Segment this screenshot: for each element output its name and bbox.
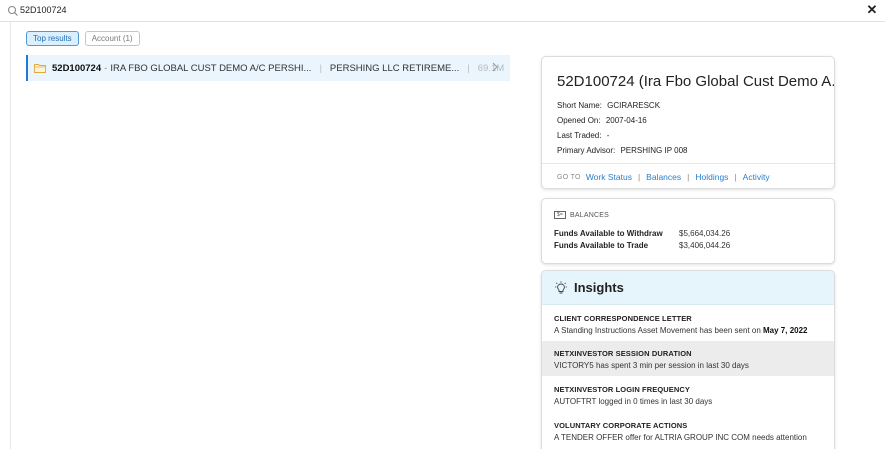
advisor-value: PERSHING IP 008 <box>620 146 688 155</box>
insight-emphasis: May 7, 2022 <box>763 326 808 335</box>
withdraw-value: $5,664,034.26 <box>679 229 731 238</box>
result-divider-2: | <box>467 62 470 74</box>
result-amount: 69.1M <box>477 62 505 74</box>
insight-body: AUTOFTRT logged in 0 times in last 30 da… <box>554 397 713 406</box>
search-result-row[interactable]: 52D100724 - IRA FBO GLOBAL CUST DEMO A/C… <box>26 55 510 81</box>
goto-label: GO TO <box>557 173 581 181</box>
opened-label: Opened On: <box>557 116 601 125</box>
insight-body: VICTORY5 has spent 3 min per session in … <box>554 361 749 370</box>
insight-heading: NETXINVESTOR LOGIN FREQUENCY <box>554 385 691 394</box>
balances-card: $= BALANCES Funds Available to Withdraw … <box>541 198 835 264</box>
advisor-label: Primary Advisor: <box>557 146 616 155</box>
result-separator: - <box>104 62 108 74</box>
insight-heading: VOLUNTARY CORPORATE ACTIONS <box>554 421 688 430</box>
withdraw-label: Funds Available to Withdraw <box>554 229 663 238</box>
account-title: 52D100724 (Ira Fbo Global Cust Demo A... <box>557 73 835 90</box>
link-work-status[interactable]: Work Status <box>586 172 632 182</box>
account-detail-card: 52D100724 (Ira Fbo Global Cust Demo A...… <box>541 56 835 189</box>
insight-item[interactable]: CLIENT CORRESPONDENCE LETTER A Standing … <box>542 306 834 341</box>
link-holdings[interactable]: Holdings <box>695 172 728 182</box>
withdraw-row: Funds Available to Withdraw $5,664,034.2… <box>554 229 730 238</box>
result-divider: | <box>319 62 322 74</box>
short-name-row: Short Name: GCIRARESCK <box>557 101 660 110</box>
insight-item[interactable]: VOLUNTARY CORPORATE ACTIONS A TENDER OFF… <box>542 413 834 448</box>
link-divider: | <box>637 172 641 182</box>
link-balances[interactable]: Balances <box>646 172 681 182</box>
opened-row: Opened On: 2007-04-16 <box>557 116 647 125</box>
opened-value: 2007-04-16 <box>605 116 647 125</box>
filter-top-results[interactable]: Top results <box>26 31 79 46</box>
balances-title: BALANCES <box>570 211 609 219</box>
trade-label: Funds Available to Trade <box>554 241 649 250</box>
goto-links: GO TO Work Status | Balances | Holdings … <box>542 163 834 188</box>
chevron-right-icon[interactable] <box>492 62 498 72</box>
left-divider <box>10 22 11 449</box>
insight-body: A Standing Instructions Asset Movement h… <box>554 326 808 335</box>
last-traded-row: Last Traded: - <box>557 131 609 140</box>
balance-icon: $= <box>554 211 566 219</box>
search-bar[interactable]: 52D100724 ✕ <box>0 0 885 22</box>
trade-value: $3,406,044.26 <box>679 241 731 250</box>
insights-header: Insights <box>542 271 834 305</box>
insights-card: Insights CLIENT CORRESPONDENCE LETTER A … <box>541 270 835 449</box>
advisor-row: Primary Advisor: PERSHING IP 008 <box>557 146 687 155</box>
filter-account[interactable]: Account (1) <box>84 31 140 46</box>
balances-header: $= BALANCES <box>554 211 609 219</box>
short-name-label: Short Name: <box>557 101 602 110</box>
insight-body: A TENDER OFFER offer for ALTRIA GROUP IN… <box>554 433 807 442</box>
result-firm: PERSHING LLC RETIREME... <box>329 62 460 74</box>
link-activity[interactable]: Activity <box>743 172 770 182</box>
insights-title: Insights <box>574 280 624 295</box>
close-icon[interactable]: ✕ <box>865 3 879 17</box>
link-divider: | <box>687 172 690 182</box>
search-input[interactable]: 52D100724 <box>20 5 67 15</box>
insight-heading: NETXINVESTOR SESSION DURATION <box>554 349 692 358</box>
short-name-value: GCIRARESCK <box>607 101 661 110</box>
link-divider: | <box>734 172 737 182</box>
filter-pills: Top results Account (1) <box>26 31 140 46</box>
insight-item[interactable]: NETXINVESTOR SESSION DURATION VICTORY5 h… <box>542 341 834 376</box>
last-traded-label: Last Traded: <box>557 131 602 140</box>
insight-heading: CLIENT CORRESPONDENCE LETTER <box>554 314 692 323</box>
last-traded-value: - <box>606 131 610 140</box>
insight-item[interactable]: NETXINVESTOR LOGIN FREQUENCY AUTOFTRT lo… <box>542 377 834 412</box>
result-account-number: 52D100724 <box>52 62 102 74</box>
search-icon <box>7 5 18 16</box>
folder-icon <box>34 64 46 73</box>
trade-row: Funds Available to Trade $3,406,044.26 <box>554 241 730 250</box>
result-description: IRA FBO GLOBAL CUST DEMO A/C PERSHI... <box>110 62 312 74</box>
lightbulb-icon <box>555 280 567 293</box>
